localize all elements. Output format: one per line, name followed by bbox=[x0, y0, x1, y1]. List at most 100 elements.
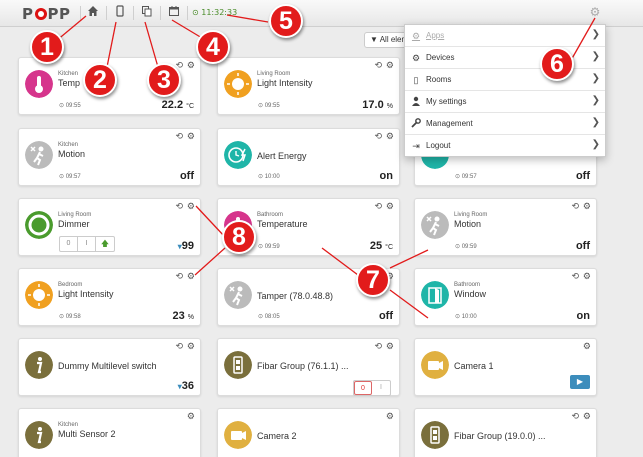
card-timestamp: ⊙ 09:57 bbox=[59, 174, 81, 180]
annotation-badge-3: 3 bbox=[147, 63, 181, 97]
device-card-camera-1[interactable]: Camera 1 ▶ ⚙ bbox=[414, 338, 597, 396]
device-card-camera-2[interactable]: Camera 2 ⚙ bbox=[217, 408, 400, 457]
device-card-bedroom-light[interactable]: Bedroom Light Intensity ⊙ 09:58 23 % ⟲ ⚙ bbox=[18, 268, 201, 326]
annotation-badge-7: 7 bbox=[356, 263, 390, 297]
annotation-badge-8: 8 bbox=[222, 220, 256, 254]
card-value: off bbox=[575, 240, 590, 252]
card-gear-icon[interactable]: ⚙ bbox=[187, 411, 195, 421]
card-room: Bedroom bbox=[58, 282, 83, 288]
card-value: on bbox=[379, 170, 393, 182]
history-icon[interactable]: ⟲ bbox=[374, 341, 382, 351]
card-gear-icon[interactable]: ⚙ bbox=[187, 341, 195, 351]
card-title: Dimmer bbox=[58, 219, 90, 229]
card-gear-icon[interactable]: ⚙ bbox=[386, 201, 394, 211]
apps-icon: ⚙ bbox=[411, 31, 421, 41]
device-card-dummy-multilevel[interactable]: Dummy Multilevel switch ▾36 ⟲ ⚙ bbox=[18, 338, 201, 396]
card-value[interactable]: ▾36 bbox=[178, 380, 194, 392]
mobile-icon[interactable] bbox=[112, 5, 128, 21]
history-icon[interactable]: ⟲ bbox=[175, 131, 183, 141]
history-icon[interactable]: ⟲ bbox=[571, 411, 579, 421]
device-card-bathroom-window[interactable]: Bathroom Window ⊙ 10:00 on ⟲ ⚙ bbox=[414, 268, 597, 326]
card-gear-icon[interactable]: ⚙ bbox=[386, 60, 394, 70]
system-clock: ⊙ 11:32:33 bbox=[192, 8, 238, 17]
history-icon[interactable]: ⟲ bbox=[374, 201, 382, 211]
chevron-right-icon: ❯ bbox=[591, 117, 600, 128]
dimmer-off-button[interactable]: 0 bbox=[60, 237, 78, 251]
settings-gear-icon[interactable]: ⚙ bbox=[588, 5, 602, 19]
value-number: 22.2 bbox=[161, 99, 184, 111]
card-gear-icon[interactable]: ⚙ bbox=[187, 60, 195, 70]
menu-item-label: My settings bbox=[426, 97, 467, 106]
card-title: Motion bbox=[58, 149, 86, 159]
chevron-right-icon: ❯ bbox=[591, 51, 600, 62]
device-card-fibar-group-76[interactable]: Fibar Group (76.1.1) ... 0 I ⟲ ⚙ bbox=[217, 338, 400, 396]
card-gear-icon[interactable]: ⚙ bbox=[187, 131, 195, 141]
switch-on-button[interactable]: I bbox=[372, 381, 390, 395]
switch-off-button[interactable]: 0 bbox=[354, 381, 372, 395]
card-value: 17.0 % bbox=[362, 99, 393, 111]
device-card-multi-sensor-2[interactable]: Kitchen Multi Sensor 2 ⚙ bbox=[18, 408, 201, 457]
card-gear-icon[interactable]: ⚙ bbox=[386, 411, 394, 421]
card-title: Light Intensity bbox=[257, 78, 313, 88]
dimmer-full-button[interactable]: 🡅 bbox=[96, 237, 114, 251]
card-value: off bbox=[179, 170, 194, 182]
history-icon[interactable]: ⟲ bbox=[571, 271, 579, 281]
device-card-living-room-dimmer[interactable]: Living Room Dimmer 0 I 🡅 ▾99 ⟲ ⚙ bbox=[18, 198, 201, 256]
menu-item-management[interactable]: Management ❯ bbox=[405, 113, 605, 135]
menu-item-apps[interactable]: ⚙ Apps ❯ bbox=[405, 25, 605, 47]
card-gear-icon[interactable]: ⚙ bbox=[386, 131, 394, 141]
camera-icon bbox=[421, 351, 449, 379]
sun-icon bbox=[224, 70, 252, 98]
card-title: Motion bbox=[454, 219, 482, 229]
card-title: Fibar Group (19.0.0) ... bbox=[454, 431, 546, 441]
card-gear-icon[interactable]: ⚙ bbox=[386, 341, 394, 351]
menu-item-rooms[interactable]: ▯ Rooms ❯ bbox=[405, 69, 605, 91]
history-icon[interactable]: ⟲ bbox=[571, 201, 579, 211]
popp-logo[interactable]: P PP bbox=[22, 5, 71, 23]
door-icon bbox=[421, 281, 449, 309]
menu-item-label: Devices bbox=[426, 53, 455, 62]
card-gear-icon[interactable]: ⚙ bbox=[583, 201, 591, 211]
calendar-icon[interactable] bbox=[166, 5, 182, 21]
motion-icon bbox=[421, 211, 449, 239]
menu-item-label: Logout bbox=[426, 141, 451, 150]
value-unit: °C bbox=[385, 244, 393, 251]
camera-view-button[interactable]: ▶ bbox=[570, 375, 590, 389]
card-timestamp: ⊙ 10:00 bbox=[455, 314, 477, 320]
value-number: 25 bbox=[369, 240, 383, 252]
menu-item-logout[interactable]: ⇥ Logout ❯ bbox=[405, 135, 605, 157]
chevron-right-icon: ❯ bbox=[591, 95, 600, 106]
dimmer-on-button[interactable]: I bbox=[78, 237, 96, 251]
history-icon[interactable]: ⟲ bbox=[175, 271, 183, 281]
device-card-kitchen-motion[interactable]: Kitchen Motion ⊙ 09:57 off ⟲ ⚙ bbox=[18, 128, 201, 186]
menu-item-devices[interactable]: ⚙ Devices ❯ bbox=[405, 47, 605, 69]
history-icon[interactable]: ⟲ bbox=[374, 60, 382, 70]
device-card-fibar-group-19[interactable]: Fibar Group (19.0.0) ... ⟲ ⚙ bbox=[414, 408, 597, 457]
value-number: 99 bbox=[181, 240, 194, 252]
card-value[interactable]: ▾99 bbox=[178, 240, 194, 252]
copy-icon[interactable] bbox=[139, 5, 155, 21]
device-card-alert-energy[interactable]: Alert Energy ⊙ 10:00 on ⟲ ⚙ bbox=[217, 128, 400, 186]
top-bar: P PP ⊙ 11:32:33 ⚙ bbox=[0, 0, 643, 27]
history-icon[interactable]: ⟲ bbox=[175, 201, 183, 211]
history-icon[interactable]: ⟲ bbox=[374, 131, 382, 141]
card-timestamp: ⊙ 09:59 bbox=[258, 244, 280, 250]
device-card-living-room-light[interactable]: Living Room Light Intensity ⊙ 09:55 17.0… bbox=[217, 57, 400, 115]
home-icon[interactable] bbox=[85, 5, 101, 21]
card-title: Dummy Multilevel switch bbox=[58, 361, 157, 371]
card-gear-icon[interactable]: ⚙ bbox=[583, 341, 591, 351]
menu-item-my-settings[interactable]: My settings ❯ bbox=[405, 91, 605, 113]
device-card-living-room-motion[interactable]: Living Room Motion ⊙ 09:59 off ⟲ ⚙ bbox=[414, 198, 597, 256]
card-gear-icon[interactable]: ⚙ bbox=[583, 411, 591, 421]
history-icon[interactable]: ⟲ bbox=[175, 341, 183, 351]
camera-icon bbox=[224, 421, 252, 449]
card-gear-icon[interactable]: ⚙ bbox=[187, 201, 195, 211]
divider bbox=[133, 6, 134, 20]
card-value: 22.2 °C bbox=[162, 99, 194, 111]
divider bbox=[106, 6, 107, 20]
menu-item-label: Apps bbox=[426, 31, 445, 40]
annotation-badge-5: 5 bbox=[269, 4, 303, 38]
card-gear-icon[interactable]: ⚙ bbox=[583, 271, 591, 281]
motion-icon bbox=[224, 281, 252, 309]
card-gear-icon[interactable]: ⚙ bbox=[187, 271, 195, 281]
